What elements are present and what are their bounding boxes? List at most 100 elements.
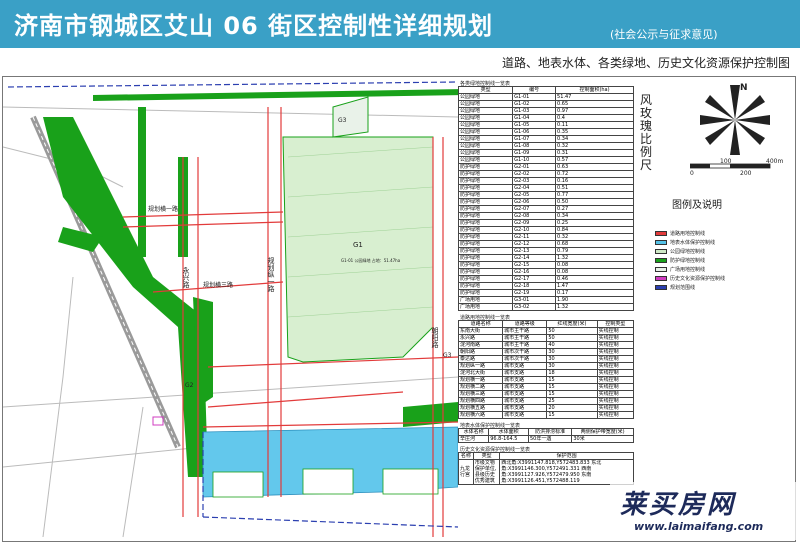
table-cell: 城市次干路 [502,355,548,363]
table-cell: 15 [546,383,598,391]
table-cell: 实线控制 [596,341,635,349]
table-row: 公园绿地 G1-01 51.47 [457,93,634,101]
table-cell: 辛庄河 [457,435,490,443]
table-cell: G2-02 [512,170,557,178]
table-row: 防护绿地 G2-17 0.46 [457,275,634,283]
table-cell: 广场用地 [457,303,514,311]
table-row: 防护绿地 G2-18 1.47 [457,282,634,290]
table-cell: G3-02 [512,303,557,311]
table-row: 防护绿地 G2-01 0.63 [457,163,634,171]
table-row: 规划横五路 城市支路 20 实线控制 [457,404,635,412]
table-cell: 公园绿地 [457,121,514,129]
water-table: 水体名称 水体面积 防洪排涝标准 两侧保护带宽度(米) 辛庄河 96.8-164.5 50年… [457,428,634,443]
table-cell: 淀河南路 [457,341,504,349]
table-cell: 0.77 [555,191,634,199]
legend-item: 广场用地控制线 [655,266,705,273]
table-cell: 公园绿地 [457,93,514,101]
table-cell: 1.32 [555,254,634,262]
legend-label: 广场用地控制线 [670,267,706,273]
road-label-heng1: 规划横一路 [148,205,178,213]
table-cell: 城市支路 [502,404,548,412]
table-cell: 0.11 [555,121,634,129]
table-cell: 防护绿地 [457,289,514,297]
table-row: 公园绿地 G1-03 0.97 [457,107,634,115]
table-cell: G2-15 [512,261,557,269]
table-cell: G1-03 [512,107,557,115]
table-cell: 泰达路 [457,355,504,363]
table-cell: 0.35 [555,128,634,136]
public-note: (社会公示与征求意见) [610,28,718,41]
legend-swatch [655,240,667,245]
table-cell: 1.32 [555,303,634,311]
table-cell: 公园绿地 [457,142,514,150]
table-cell: 0.17 [555,289,634,297]
table-cell: 公园绿地 [457,156,514,164]
table-cell: 30 [546,355,598,363]
table-cell: 东南大街 [457,327,504,335]
planning-map[interactable]: G1 G1-01 公园绿地 占地：51.47ha G3 G3 G2 G2 永兴路… [3,77,458,539]
scale-tick-200: 200 [740,170,752,177]
table-cell: 30 [546,348,598,356]
table-cell: G1-02 [512,100,557,108]
legend-swatch [655,249,667,254]
zone-label-g1: G1 [353,241,363,249]
table-cell: 公园绿地 [457,100,514,108]
table-cell: G2-03 [512,177,557,185]
road-label-chaoyang: 朝阳路 [431,327,439,349]
table-cell: 20 [546,404,598,412]
table-cell: 1.90 [555,296,634,304]
table-cell: G1-04 [512,114,557,122]
table-row: 防护绿地 G2-16 0.08 [457,268,634,276]
table-cell: 广场用地 [457,296,514,304]
greens-table: 类型 编号 控制面积(ha) 公园绿地 G1-01 51.47 公园绿地 G1-02 0.65 公… [457,86,634,311]
table-cell: 0.50 [555,198,634,206]
table-cell: 15 [546,376,598,384]
table-cell: G2-16 [512,268,557,276]
table-cell: 0.08 [555,268,634,276]
table-cell: 15 [546,411,598,419]
heritage-header: 保护范围 [499,452,634,460]
table-cell: 防护绿地 [457,275,514,283]
table-cell: G2-18 [512,282,557,290]
table-cell: G2-01 [512,163,557,171]
table-cell: 50 [546,327,598,335]
table-cell: 0.84 [555,226,634,234]
table-cell: 0.65 [555,100,634,108]
table-row: 防护绿地 G2-09 0.25 [457,219,634,227]
table-row: 永兴路 城市主干路 50 实线控制 [457,334,635,342]
table-row: 防护绿地 G2-11 0.32 [457,233,634,241]
scale-tick-0: 0 [690,170,694,177]
table-row: 防护绿地 G2-06 0.50 [457,198,634,206]
table-cell: 0.46 [555,275,634,283]
table-cell: G1-09 [512,149,557,157]
table-cell: G2-07 [512,205,557,213]
table-cell: 市级文物保护单位,县级历史优秀建筑 [472,459,501,485]
table-cell: G2-14 [512,254,557,262]
table-row: 防护绿地 G2-19 0.17 [457,289,634,297]
zone-label-g3b: G3 [443,352,452,359]
table-cell: 防护绿地 [457,240,514,248]
table-cell: G2-11 [512,233,557,241]
table-cell: 防护绿地 [457,163,514,171]
table-cell: G1-10 [512,156,557,164]
table-cell: 0.25 [555,219,634,227]
roads-header: 道路等级 [502,320,548,328]
table-cell: 九龙行宫 [458,459,474,485]
north-label: N [740,83,748,93]
table-cell: 0.4 [555,114,634,122]
heritage-header: 类型 [472,452,501,460]
table-cell: 城市支路 [502,390,548,398]
table-cell: 公园绿地 [457,107,514,115]
legend-label: 规划范围线 [670,285,696,291]
table-cell: 规划横四路 [457,397,504,405]
legend-label: 道路用地控制线 [670,231,706,237]
table-cell: 实线控制 [596,355,635,363]
table-cell: 0.34 [555,212,634,220]
greens-header: 编号 [512,86,557,94]
water-header: 防洪排涝标准 [527,428,573,436]
table-row: 淀河北大街 城市支路 18 实线控制 [457,369,635,377]
road-label-zong1: 规划纵一路 [267,256,275,293]
roads-header: 控制类型 [596,320,635,328]
table-cell: 0.57 [555,156,634,164]
table-cell: 25 [546,397,598,405]
